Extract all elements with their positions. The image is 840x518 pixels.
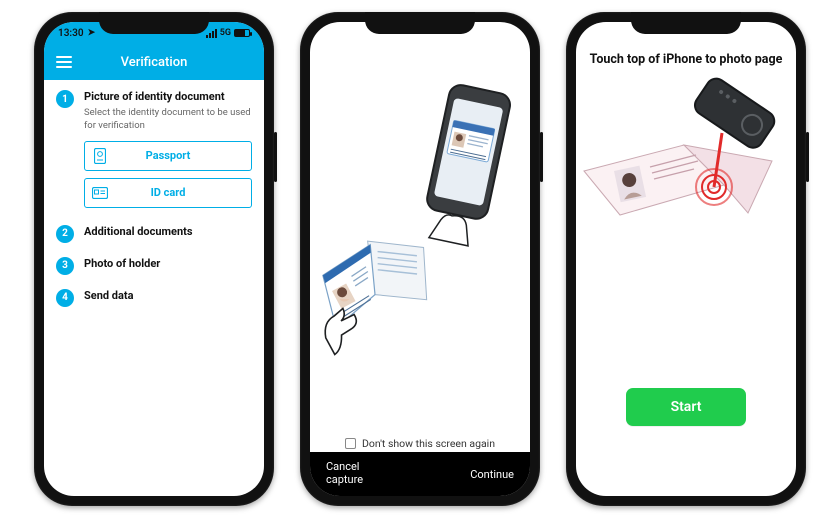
- steps-list: 1 Picture of identity document Select th…: [44, 80, 264, 331]
- step-badge: 3: [56, 257, 74, 275]
- passport-icon: [85, 148, 115, 164]
- notch: [365, 12, 475, 34]
- step-badge: 2: [56, 225, 74, 243]
- idcard-label: ID card: [115, 186, 251, 199]
- dont-show-again[interactable]: Don't show this screen again: [310, 437, 530, 450]
- app-bar: Verification: [44, 44, 264, 80]
- idcard-icon: [85, 187, 115, 199]
- passport-in-hand-icon: [314, 230, 444, 370]
- network-label: 5G: [220, 28, 231, 38]
- step-1: 1 Picture of identity document Select th…: [56, 90, 252, 215]
- step-title: Additional documents: [84, 225, 252, 238]
- checkbox-label: Don't show this screen again: [362, 437, 495, 450]
- phone-capture-instruction: Don't show this screen again Cancel capt…: [300, 12, 540, 506]
- step-title: Photo of holder: [84, 257, 252, 270]
- phone-nfc-scan: Touch top of iPhone to photo page: [566, 12, 806, 506]
- notch: [99, 12, 209, 34]
- notch: [631, 12, 741, 34]
- passport-button[interactable]: Passport: [84, 141, 252, 171]
- signal-icon: [206, 29, 217, 38]
- status-time: 13:30: [58, 28, 84, 39]
- battery-icon: [234, 29, 250, 37]
- phone-verification-steps: 13:30 ➤ 5G Verification 1 Picture of ide…: [34, 12, 274, 506]
- nfc-illustration: [576, 75, 796, 265]
- location-icon: ➤: [88, 28, 96, 38]
- idcard-button[interactable]: ID card: [84, 178, 252, 208]
- checkbox-icon[interactable]: [345, 438, 356, 449]
- menu-icon[interactable]: [56, 56, 72, 68]
- step-title: Picture of identity document: [84, 90, 252, 103]
- step-3[interactable]: 3 Photo of holder: [56, 257, 252, 275]
- cancel-capture-button[interactable]: Cancel capture: [326, 461, 363, 486]
- bottom-bar: Cancel capture Continue: [310, 452, 530, 496]
- passport-label: Passport: [115, 149, 251, 162]
- appbar-title: Verification: [121, 55, 188, 70]
- scanning-phone-icon: [418, 84, 516, 254]
- step-desc: Select the identity document to be used …: [84, 107, 252, 133]
- step-badge: 1: [56, 90, 74, 108]
- step-title: Send data: [84, 289, 252, 302]
- capture-illustration: [310, 22, 530, 496]
- start-button[interactable]: Start: [626, 388, 746, 426]
- step-4[interactable]: 4 Send data: [56, 289, 252, 307]
- step-badge: 4: [56, 289, 74, 307]
- step-2[interactable]: 2 Additional documents: [56, 225, 252, 243]
- continue-button[interactable]: Continue: [470, 468, 514, 481]
